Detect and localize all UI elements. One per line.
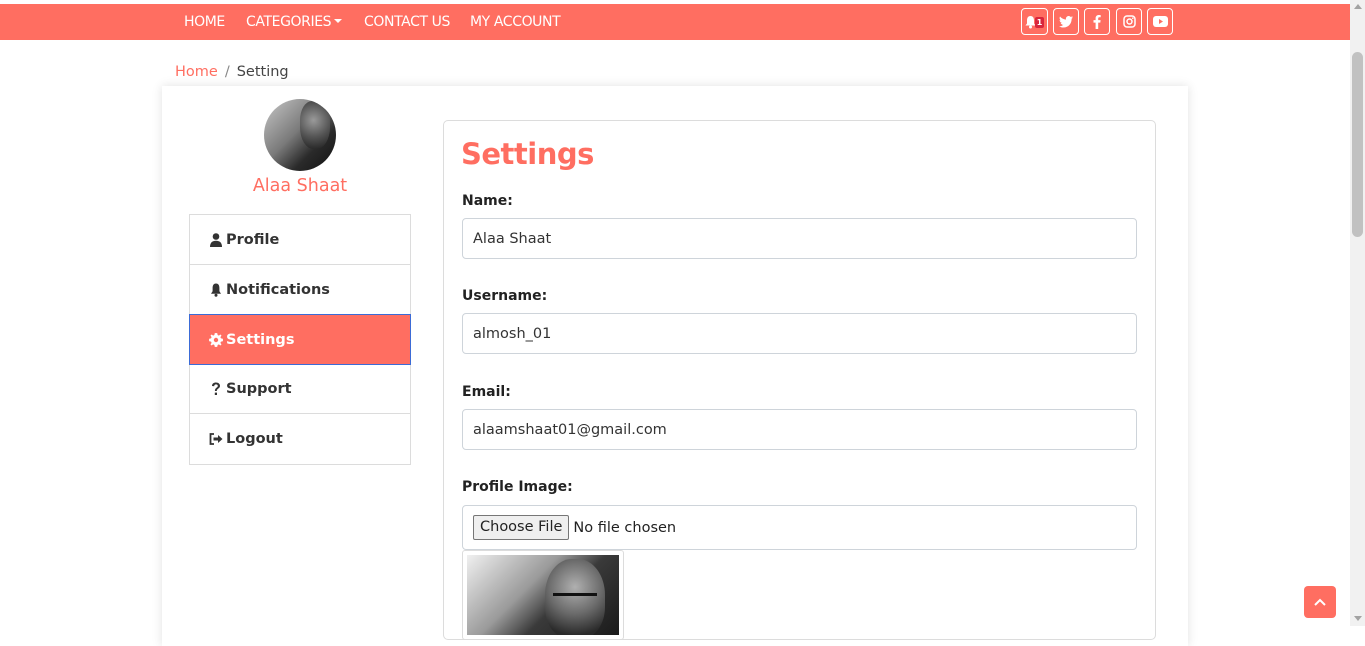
nav-contact-link[interactable]: CONTACT US xyxy=(364,4,450,40)
account-menu: Profile Notifications Settings Support L… xyxy=(189,214,411,465)
breadcrumb-home-link[interactable]: Home xyxy=(175,64,218,80)
menu-item-label: Notifications xyxy=(226,281,330,298)
nav-home-link[interactable]: HOME xyxy=(184,4,225,40)
profile-image-glasses xyxy=(553,593,597,603)
page-scrollbar[interactable] xyxy=(1350,0,1365,626)
back-to-top-button[interactable] xyxy=(1304,586,1336,618)
profile-image xyxy=(467,555,619,635)
file-status: No file chosen xyxy=(573,519,677,536)
breadcrumb-current: Setting xyxy=(236,64,289,80)
username-label: Username: xyxy=(462,288,548,304)
menu-item-profile[interactable]: Profile xyxy=(190,215,410,265)
name-field[interactable]: Alaa Shaat xyxy=(462,218,1137,259)
menu-item-label: Profile xyxy=(226,231,280,248)
gear-icon xyxy=(208,332,224,347)
email-field[interactable]: alaamshaat01@gmail.com xyxy=(462,409,1137,450)
nav-categories-dropdown[interactable]: CATEGORIES xyxy=(246,4,343,40)
scroll-down-arrow-icon[interactable] xyxy=(1354,616,1362,621)
twitter-icon xyxy=(1059,15,1073,27)
menu-item-settings[interactable]: Settings xyxy=(189,314,411,365)
instagram-icon xyxy=(1122,15,1136,28)
profile-image-input[interactable]: Choose File No file chosen xyxy=(462,505,1137,550)
facebook-icon xyxy=(1093,14,1101,29)
nav-categories-label: CATEGORIES xyxy=(246,14,332,30)
twitter-button[interactable] xyxy=(1053,8,1079,35)
user-icon xyxy=(208,232,224,247)
menu-item-support[interactable]: Support xyxy=(190,364,410,414)
profile-image-preview xyxy=(462,550,624,640)
notifications-button[interactable]: 1 xyxy=(1021,8,1048,35)
menu-item-label: Settings xyxy=(226,331,295,348)
caret-down-icon xyxy=(334,19,343,23)
user-name: Alaa Shaat xyxy=(252,176,348,196)
instagram-button[interactable] xyxy=(1116,8,1142,35)
name-label: Name: xyxy=(462,193,513,209)
email-label: Email: xyxy=(462,384,511,400)
top-navbar: HOME CATEGORIES CONTACT US MY ACCOUNT 1 xyxy=(0,4,1350,40)
youtube-icon xyxy=(1152,16,1168,27)
chevron-up-icon xyxy=(1314,598,1326,606)
menu-item-label: Logout xyxy=(226,431,283,447)
logout-icon xyxy=(208,433,224,445)
facebook-button[interactable] xyxy=(1084,8,1110,35)
choose-file-button[interactable]: Choose File xyxy=(473,515,570,540)
menu-item-notifications[interactable]: Notifications xyxy=(190,265,410,315)
breadcrumb: Home / Setting xyxy=(175,64,289,80)
scroll-thumb[interactable] xyxy=(1352,52,1363,237)
scroll-up-arrow-icon[interactable] xyxy=(1354,4,1362,9)
menu-item-label: Support xyxy=(226,380,292,397)
avatar xyxy=(264,99,336,171)
menu-item-logout[interactable]: Logout xyxy=(190,414,410,464)
page-title: Settings xyxy=(461,137,594,171)
youtube-button[interactable] xyxy=(1147,8,1173,35)
bell-icon xyxy=(208,283,224,297)
question-icon xyxy=(208,382,224,396)
notification-badge: 1 xyxy=(1035,17,1044,28)
username-field[interactable]: almosh_01 xyxy=(462,313,1137,354)
nav-account-link[interactable]: MY ACCOUNT xyxy=(470,4,561,40)
breadcrumb-separator: / xyxy=(224,64,230,80)
avatar-face xyxy=(300,101,330,149)
profile-image-label: Profile Image: xyxy=(462,479,573,495)
